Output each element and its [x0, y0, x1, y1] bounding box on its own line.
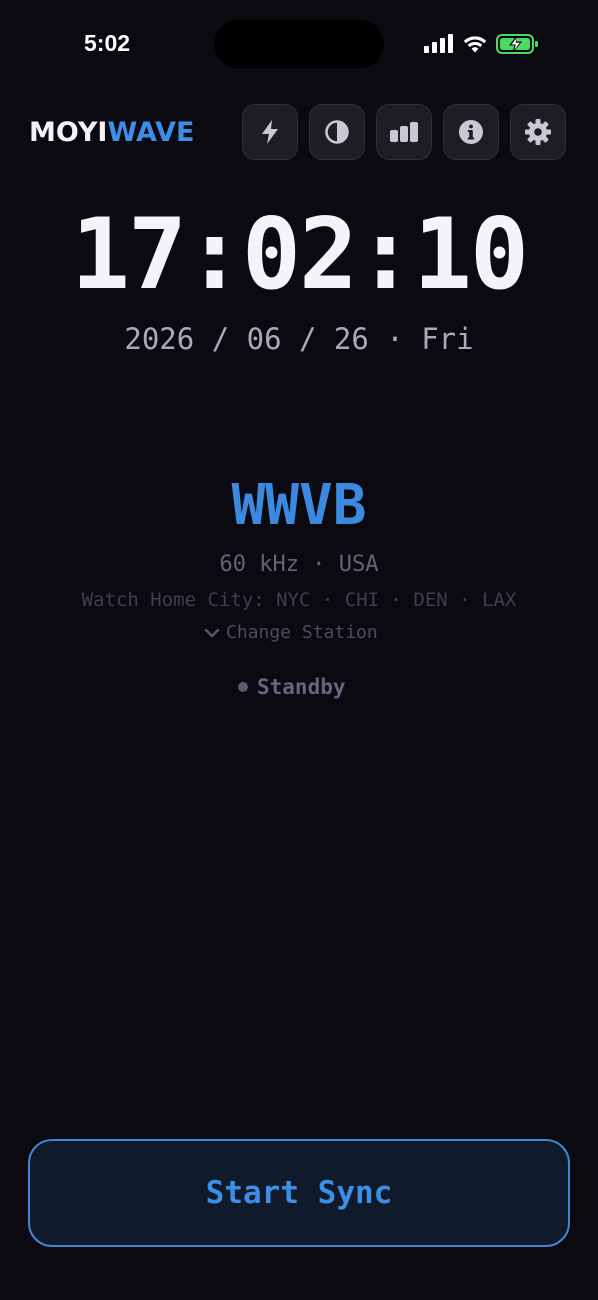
info-button[interactable] [443, 104, 499, 160]
status-icons [424, 33, 540, 55]
logo-text-primary: MOYI [29, 117, 108, 148]
wifi-icon [463, 36, 487, 53]
change-station-label: Change Station [226, 622, 378, 643]
chevron-down-icon [204, 628, 220, 638]
bar-chart-icon [390, 122, 418, 142]
cellular-signal-icon [424, 34, 453, 53]
info-icon [459, 120, 483, 144]
sync-status-label: Standby [257, 675, 346, 699]
logo-text-accent: WAVE [107, 117, 195, 148]
theme-toggle-button[interactable] [309, 104, 365, 160]
change-station-button[interactable]: Change Station [204, 620, 378, 646]
contrast-icon [325, 120, 349, 144]
sync-status: Standby [238, 672, 346, 702]
start-sync-button[interactable]: Start Sync [28, 1139, 570, 1247]
station-frequency: 60 kHz · USA [219, 552, 379, 577]
clock-date: 2026 / 06 / 26 · Fri [124, 322, 474, 356]
start-sync-label: Start Sync [205, 1175, 393, 1211]
battery-charging-icon [496, 34, 538, 54]
bolt-icon [262, 120, 278, 144]
toolbar [242, 104, 566, 160]
gear-icon [525, 119, 551, 145]
station-home-cities: Watch Home City: NYC · CHI · DEN · LAX [81, 589, 517, 611]
power-mode-button[interactable] [242, 104, 298, 160]
app-logo: MOYIWAVE [29, 116, 194, 150]
station-name: WWVB [231, 473, 367, 538]
status-dot [238, 682, 248, 692]
status-bar-time: 5:02 [84, 30, 131, 56]
dynamic-island [214, 20, 384, 68]
stats-button[interactable] [376, 104, 432, 160]
clock-time: 17:02:10 [70, 198, 529, 312]
settings-button[interactable] [510, 104, 566, 160]
